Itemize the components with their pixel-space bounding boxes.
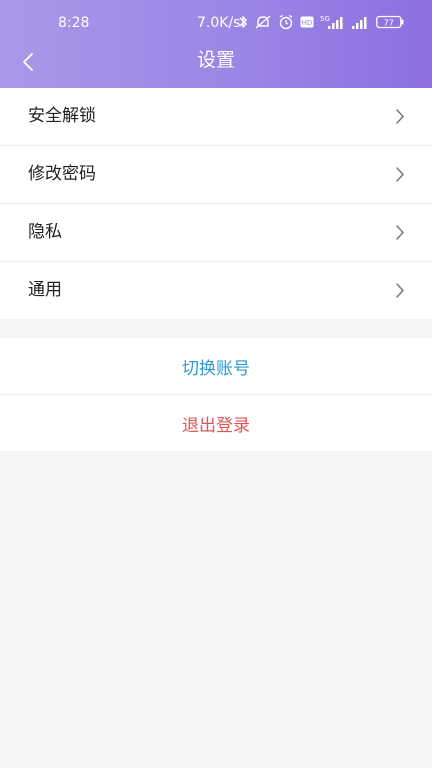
account-actions: 切换账号 退出登录 [0, 338, 432, 451]
alarm-icon [278, 14, 294, 30]
battery-icon: 77 [376, 15, 404, 29]
status-bar: 8:28 7.0K/s HD 5G 77 [0, 0, 432, 46]
network-speed: 7.0K/s [197, 15, 241, 31]
signal-icon [352, 14, 370, 30]
hd-icon: HD [300, 16, 314, 28]
status-icons: HD 5G 77 [238, 14, 404, 30]
menu-item-label: 修改密码 [28, 164, 96, 184]
bluetooth-icon [238, 14, 248, 30]
hd-icon-label: HD [302, 19, 313, 27]
switch-account-button[interactable]: 切换账号 [0, 338, 432, 395]
settings-menu: 安全解锁 修改密码 隐私 通用 [0, 88, 432, 319]
signal-5g-icon: 5G [320, 14, 346, 30]
battery-level: 77 [384, 19, 394, 28]
logout-button[interactable]: 退出登录 [0, 395, 432, 451]
chevron-right-icon [395, 224, 405, 245]
menu-item-change-password[interactable]: 修改密码 [0, 146, 432, 204]
chevron-right-icon [395, 108, 405, 129]
chevron-right-icon [395, 166, 405, 187]
menu-item-privacy[interactable]: 隐私 [0, 204, 432, 262]
menu-item-label: 通用 [28, 280, 62, 300]
nav-bar: 设置 [0, 46, 432, 88]
menu-item-general[interactable]: 通用 [0, 262, 432, 319]
signal-5g-label: 5G [320, 15, 330, 23]
menu-item-label: 安全解锁 [28, 106, 96, 126]
menu-item-security-unlock[interactable]: 安全解锁 [0, 88, 432, 146]
menu-item-label: 隐私 [28, 222, 62, 242]
header: 8:28 7.0K/s HD 5G 77 设置 [0, 0, 432, 88]
status-time: 8:28 [58, 15, 90, 31]
page-title: 设置 [196, 49, 235, 71]
chevron-right-icon [395, 282, 405, 303]
mute-icon [254, 14, 272, 30]
